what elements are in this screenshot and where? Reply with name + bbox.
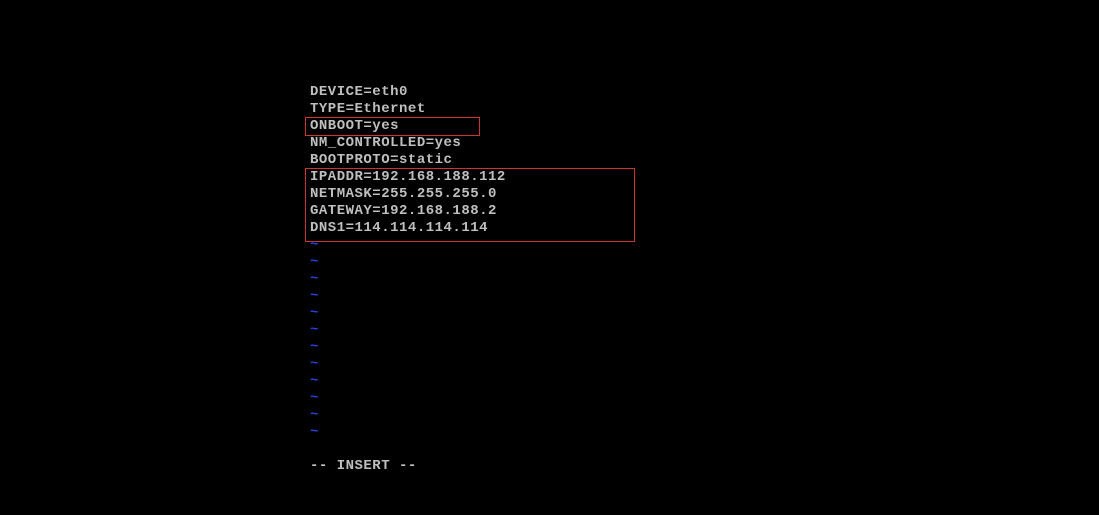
empty-line-marker: ~ <box>310 254 1099 271</box>
empty-line-marker: ~ <box>310 305 1099 322</box>
empty-line-marker: ~ <box>310 373 1099 390</box>
config-line-netmask: NETMASK=255.255.255.0 <box>310 186 1099 203</box>
config-line-device: DEVICE=eth0 <box>310 84 1099 101</box>
empty-line-marker: ~ <box>310 271 1099 288</box>
empty-line-marker: ~ <box>310 288 1099 305</box>
empty-line-marker: ~ <box>310 356 1099 373</box>
config-line-ipaddr: IPADDR=192.168.188.112 <box>310 169 1099 186</box>
config-line-dns1: DNS1=114.114.114.114 <box>310 220 1099 237</box>
empty-line-marker: ~ <box>310 390 1099 407</box>
config-line-bootproto: BOOTPROTO=static <box>310 152 1099 169</box>
config-line-nmcontrolled: NM_CONTROLLED=yes <box>310 135 1099 152</box>
blank-line <box>310 441 1099 458</box>
empty-line-marker: ~ <box>310 322 1099 339</box>
empty-line-marker: ~ <box>310 237 1099 254</box>
empty-line-marker: ~ <box>310 424 1099 441</box>
config-line-onboot: ONBOOT=yes <box>310 118 1099 135</box>
empty-line-marker: ~ <box>310 407 1099 424</box>
config-line-type: TYPE=Ethernet <box>310 101 1099 118</box>
vi-mode-status: -- INSERT -- <box>310 458 1099 475</box>
config-line-gateway: GATEWAY=192.168.188.2 <box>310 203 1099 220</box>
empty-line-marker: ~ <box>310 339 1099 356</box>
vi-editor-terminal[interactable]: DEVICE=eth0 TYPE=Ethernet ONBOOT=yes NM_… <box>0 0 1099 475</box>
